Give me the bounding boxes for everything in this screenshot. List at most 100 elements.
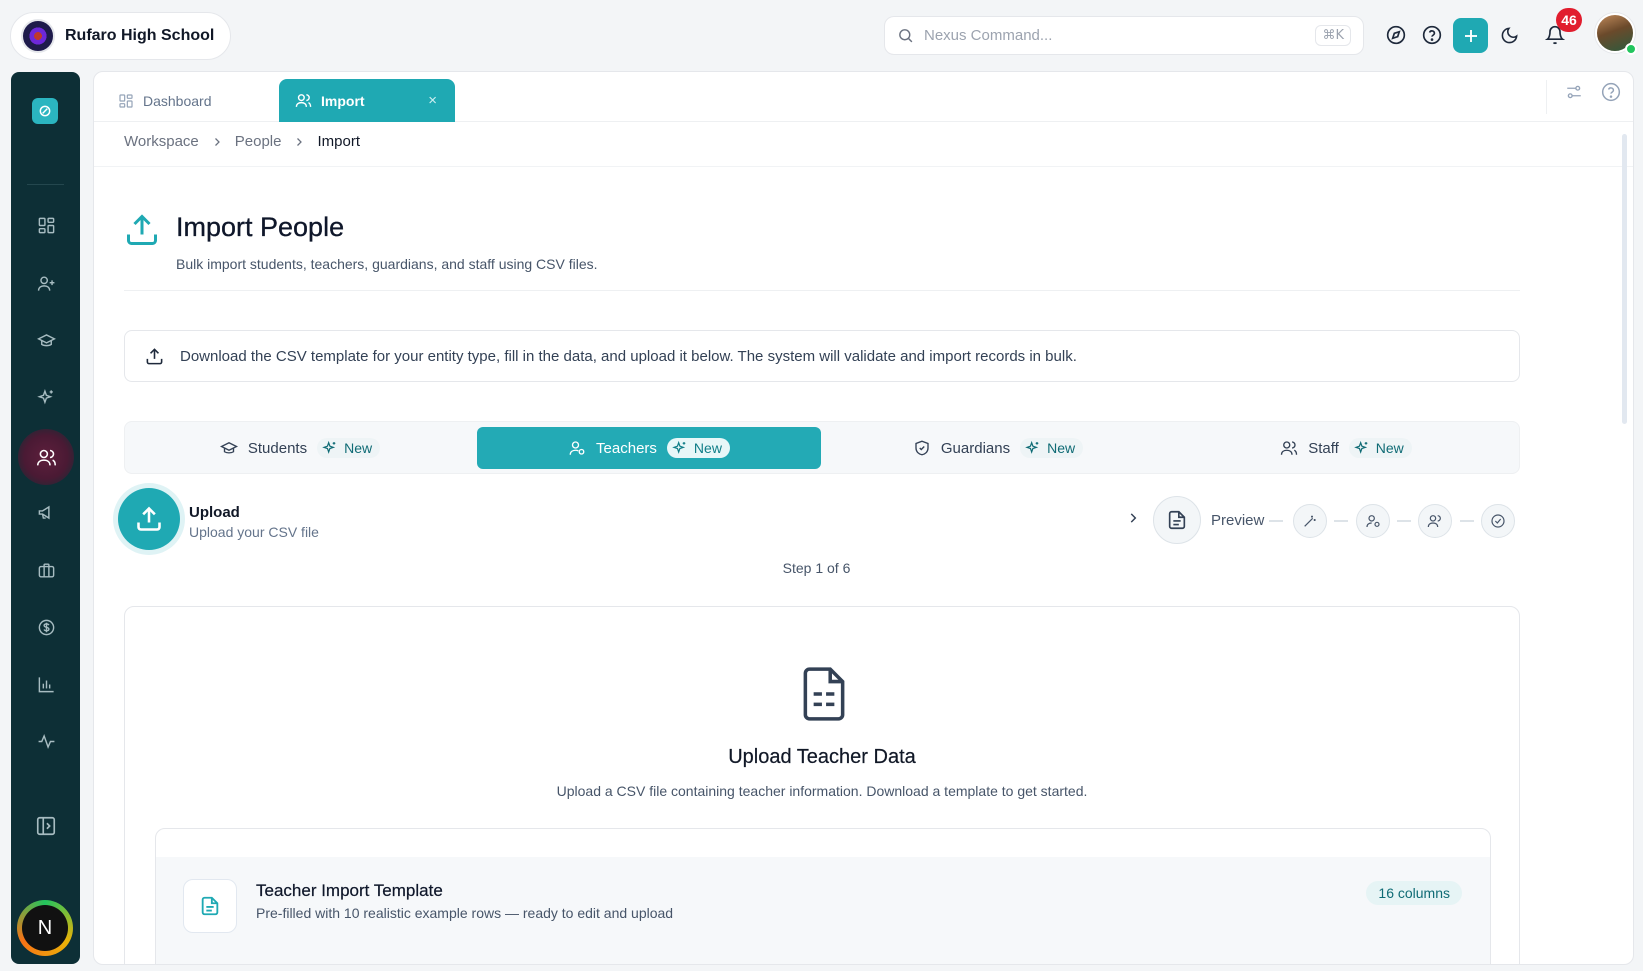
- header-divider: [124, 290, 1520, 291]
- entity-tabs: Students New Teachers New Guardians New …: [124, 421, 1520, 474]
- tab-teachers-label: Teachers: [596, 439, 657, 457]
- info-text: Download the CSV template for your entit…: [180, 347, 1077, 365]
- tab-staff-label: Staff: [1308, 439, 1339, 457]
- breadcrumb-workspace[interactable]: Workspace: [124, 133, 199, 150]
- sliders-icon[interactable]: [1565, 83, 1583, 101]
- people-icon[interactable]: [18, 429, 74, 485]
- step-wand-icon: [1293, 504, 1327, 538]
- chevron-right-icon: [1126, 511, 1140, 525]
- upload-card-subtitle: Upload a CSV file containing teacher inf…: [556, 783, 1088, 799]
- graduation-cap-icon[interactable]: [29, 323, 63, 357]
- new-badge: New: [317, 438, 381, 458]
- page-subtitle: Bulk import students, teachers, guardian…: [176, 256, 598, 272]
- template-subtitle: Pre-filled with 10 realistic example row…: [256, 905, 674, 921]
- tab-staff[interactable]: Staff New: [1173, 427, 1519, 469]
- chevron-right-icon: [293, 136, 305, 148]
- user-profile-button[interactable]: N: [17, 900, 73, 956]
- step-people-icon: [1418, 504, 1452, 538]
- help-icon[interactable]: [1417, 20, 1447, 50]
- step-title: Upload: [189, 504, 240, 521]
- new-badge-label: New: [1047, 440, 1076, 456]
- template-download-box[interactable]: Teacher Import Template Pre-filled with …: [155, 828, 1491, 964]
- upload-card: Upload Teacher Data Upload a CSV file co…: [124, 606, 1520, 964]
- dashboard-tab-icon: [118, 93, 134, 109]
- add-user-icon[interactable]: [29, 266, 63, 300]
- breadcrumb: Workspace People Import: [124, 133, 360, 150]
- sparkles-icon: [672, 440, 688, 456]
- sparkles-icon: [1353, 440, 1370, 456]
- step-counter: Step 1 of 6: [782, 560, 851, 576]
- tab-dashboard[interactable]: Dashboard: [94, 79, 278, 122]
- step-preview-label: Preview: [1211, 512, 1265, 529]
- tab-import[interactable]: Import ×: [279, 79, 455, 122]
- step-connector: [1334, 520, 1348, 522]
- info-banner: Download the CSV template for your entit…: [124, 330, 1520, 382]
- search-shortcut: ⌘K: [1315, 25, 1351, 46]
- school-switcher[interactable]: Rufaro High School: [10, 12, 231, 60]
- tab-guardians-label: Guardians: [940, 439, 1011, 457]
- moon-icon[interactable]: [1494, 20, 1524, 50]
- sparkles-icon[interactable]: [29, 380, 63, 414]
- template-title: Teacher Import Template: [256, 881, 443, 900]
- chevron-right-icon: [211, 136, 223, 148]
- new-badge-label: New: [344, 440, 373, 456]
- megaphone-icon[interactable]: [29, 495, 63, 529]
- file-text-icon: [183, 879, 237, 933]
- breadcrumb-divider: [94, 166, 1633, 167]
- shield-icon: [913, 439, 931, 457]
- page-title: Import People: [176, 212, 345, 242]
- sparkles-icon: [1025, 440, 1041, 456]
- help-circle-icon[interactable]: [1601, 82, 1621, 102]
- sidebar-toggle-icon[interactable]: [29, 809, 63, 843]
- notification-badge: 46: [1556, 8, 1582, 32]
- tabbar-divider: [1546, 80, 1547, 114]
- tabbar-actions: [1565, 82, 1621, 102]
- tab-students[interactable]: Students New: [125, 427, 475, 469]
- new-badge: New: [1348, 438, 1412, 458]
- activity-icon[interactable]: [29, 724, 63, 758]
- close-tab-icon[interactable]: ×: [428, 92, 437, 109]
- spreadsheet-file-icon: [799, 665, 849, 723]
- dollar-icon[interactable]: [29, 610, 63, 644]
- dashboard-grid-icon[interactable]: [29, 208, 63, 242]
- scrollbar-thumb[interactable]: [1622, 134, 1627, 424]
- online-status-dot: [1625, 43, 1637, 55]
- main-panel: Dashboard Import × Workspace People Impo…: [93, 71, 1634, 965]
- compass-icon[interactable]: [1381, 20, 1411, 50]
- tab-import-label: Import: [321, 92, 365, 109]
- upload-card-title: Upload Teacher Data: [728, 746, 916, 768]
- graduation-cap-icon: [219, 439, 238, 457]
- new-badge-label: New: [1375, 440, 1404, 456]
- tab-teachers[interactable]: Teachers New: [477, 427, 821, 469]
- scrollbar[interactable]: [1615, 124, 1633, 964]
- people-icon: [1280, 439, 1298, 457]
- step-upload-indicator: [118, 488, 180, 550]
- breadcrumb-people[interactable]: People: [235, 133, 282, 150]
- step-connector: [1460, 520, 1474, 522]
- school-logo: [21, 19, 55, 53]
- step-preview-icon: [1153, 496, 1201, 544]
- tab-bar: Dashboard Import ×: [94, 72, 1633, 122]
- command-search[interactable]: ⌘K: [884, 16, 1364, 55]
- upload-icon: [124, 212, 160, 248]
- briefcase-icon[interactable]: [29, 553, 63, 587]
- new-badge-label: New: [693, 440, 722, 456]
- tab-dashboard-label: Dashboard: [143, 92, 212, 109]
- search-icon: [897, 27, 914, 44]
- step-connector: [1269, 520, 1283, 522]
- upload-info-icon: [145, 347, 164, 366]
- columns-badge: 16 columns: [1366, 881, 1462, 905]
- tab-guardians[interactable]: Guardians New: [823, 427, 1173, 469]
- sparkles-icon: [322, 440, 338, 456]
- app-logo-icon[interactable]: [32, 98, 58, 124]
- step-connector: [1397, 520, 1411, 522]
- create-button[interactable]: [1453, 18, 1488, 53]
- sidebar: N: [11, 72, 80, 964]
- search-input[interactable]: [924, 27, 1306, 44]
- people-tab-icon: [295, 92, 312, 109]
- sidebar-divider: [27, 184, 64, 185]
- bar-chart-icon[interactable]: [29, 667, 63, 701]
- new-badge: New: [1020, 438, 1084, 458]
- new-badge: New: [666, 438, 730, 458]
- step-subtitle: Upload your CSV file: [189, 524, 319, 540]
